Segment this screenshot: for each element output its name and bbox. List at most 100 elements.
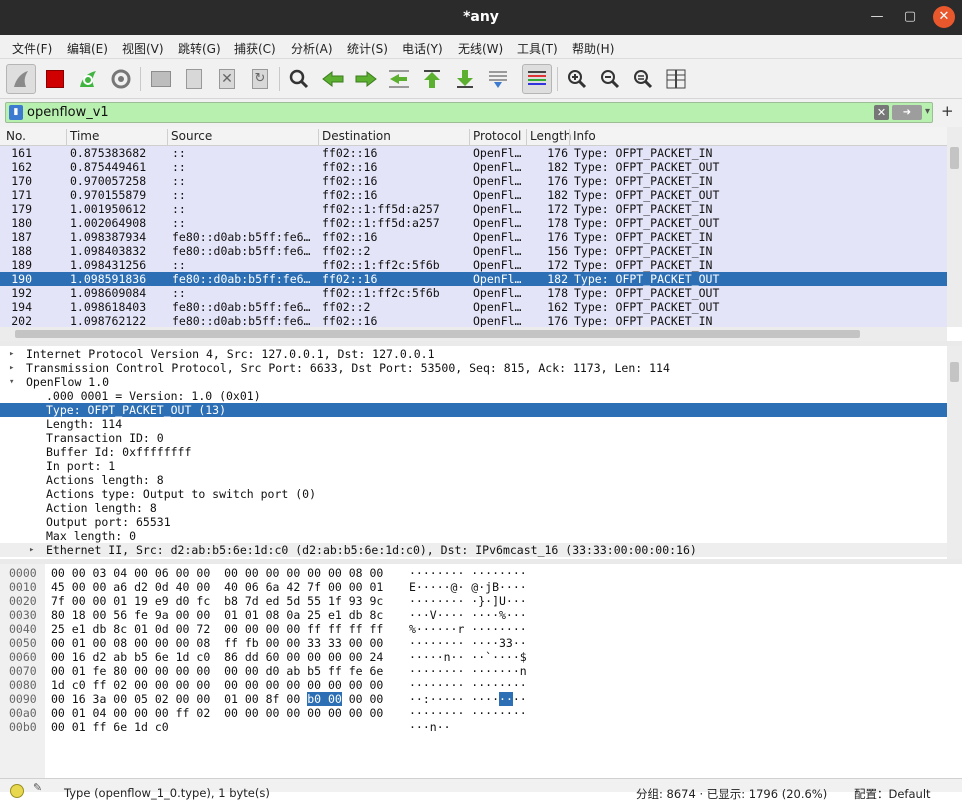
detail-row[interactable]: ▸ Transmission Control Protocol, Src Port…	[0, 361, 947, 375]
hex-row[interactable]: 0020 7f 00 00 01 19 e9 d0 fc b8 7d ed 5d …	[0, 594, 962, 608]
go-back-icon[interactable]	[318, 64, 348, 94]
column-length[interactable]: Length	[526, 129, 571, 145]
expert-info-icon[interactable]	[10, 784, 24, 798]
expand-arrow-icon[interactable]: ▸	[9, 347, 14, 361]
packet-row[interactable]: 179 1.001950612:: ff02::1:ff5d:a257 OpenFl……	[0, 202, 947, 216]
column-destination[interactable]: Destination	[318, 129, 391, 145]
detail-row[interactable]: Buffer Id: 0xffffffff	[0, 445, 947, 459]
detail-row[interactable]: Actions type: Output to switch port (0)	[0, 487, 947, 501]
colorize-icon[interactable]	[522, 64, 552, 94]
packet-row[interactable]: 170 0.970057258:: ff02::16 OpenFl… 176 Type: …	[0, 174, 947, 188]
packet-list[interactable]: 161 0.875383682:: ff02::16 OpenFl… 176 Type: …	[0, 146, 947, 327]
scroll-thumb[interactable]	[15, 330, 860, 338]
menu-view[interactable]: 视图(V)	[122, 40, 164, 57]
open-file-icon[interactable]	[146, 64, 176, 94]
detail-row[interactable]: ▸ Ethernet II, Src: d2:ab:b5:6e:1d:c0 (d2…	[0, 543, 947, 557]
expand-arrow-icon[interactable]: ▸	[29, 543, 34, 557]
restart-capture-icon[interactable]	[73, 64, 103, 94]
autoscroll-icon[interactable]	[483, 64, 513, 94]
display-filter-value[interactable]: openflow_v1	[27, 105, 109, 120]
status-profile[interactable]: 配置：Default	[854, 786, 931, 802]
go-forward-icon[interactable]	[351, 64, 381, 94]
column-info[interactable]: Info	[569, 129, 596, 145]
hex-row[interactable]: 0030 80 18 00 56 fe 9a 00 00 01 01 08 0a …	[0, 608, 962, 622]
menu-help[interactable]: 帮助(H)	[572, 40, 614, 57]
hex-row[interactable]: 00a0 00 01 04 00 00 00 ff 02 00 00 00 00 …	[0, 706, 962, 720]
hex-row[interactable]: 00b0 00 01 ff 6e 1d c0 ···n··	[0, 720, 962, 734]
filter-bookmark-icon[interactable]: ▮	[9, 105, 23, 120]
menu-tools[interactable]: 工具(T)	[517, 40, 558, 57]
scroll-thumb[interactable]	[950, 362, 959, 382]
resize-columns-icon[interactable]	[661, 64, 691, 94]
clear-filter-icon[interactable]: ✕	[874, 105, 889, 120]
column-time[interactable]: Time	[66, 129, 99, 145]
menu-telephony[interactable]: 电话(Y)	[402, 40, 443, 57]
packet-row[interactable]: 162 0.875449461:: ff02::16 OpenFl… 182 Type: …	[0, 160, 947, 174]
shark-fin-start-icon[interactable]	[6, 64, 36, 94]
first-packet-icon[interactable]	[417, 64, 447, 94]
minimize-icon[interactable]: —	[866, 6, 888, 28]
detail-row[interactable]: Output port: 65531	[0, 515, 947, 529]
detail-row[interactable]: Length: 114	[0, 417, 947, 431]
close-icon[interactable]: ✕	[933, 6, 955, 28]
menu-capture[interactable]: 捕获(C)	[234, 40, 276, 57]
menu-statistics[interactable]: 统计(S)	[347, 40, 388, 57]
maximize-icon[interactable]: ▢	[899, 6, 921, 28]
reload-file-icon[interactable]: ↻	[245, 64, 275, 94]
packet-row[interactable]: 189 1.098431256:: ff02::1:ff2c:5f6b OpenFl……	[0, 258, 947, 272]
expand-arrow-icon[interactable]: ▸	[9, 361, 14, 375]
apply-filter-icon[interactable]: ➜	[892, 105, 922, 120]
hex-row[interactable]: 0050 00 01 00 08 00 00 00 08 ff fb 00 00 …	[0, 636, 962, 650]
last-packet-icon[interactable]	[450, 64, 480, 94]
zoom-normal-icon[interactable]	[628, 64, 658, 94]
go-to-packet-icon[interactable]	[384, 64, 414, 94]
capture-options-icon[interactable]	[106, 64, 136, 94]
details-vscroll[interactable]	[947, 346, 962, 559]
close-file-icon[interactable]: ✕	[212, 64, 242, 94]
packet-row[interactable]: 187 1.098387934 fe80::d0ab:b5ff:fe6… ff02::…	[0, 230, 947, 244]
detail-row[interactable]: Type: OFPT_PACKET_OUT (13)	[0, 403, 947, 417]
packet-details-tree[interactable]: ▸ Internet Protocol Version 4, Src: 127.0…	[0, 346, 947, 559]
packet-row[interactable]: 188 1.098403832 fe80::d0ab:b5ff:fe6… ff02::…	[0, 244, 947, 258]
detail-row[interactable]: Transaction ID: 0	[0, 431, 947, 445]
detail-row[interactable]: In port: 1	[0, 459, 947, 473]
column-no[interactable]: No.	[0, 129, 26, 145]
detail-row[interactable]: Action length: 8	[0, 501, 947, 515]
menu-go[interactable]: 跳转(G)	[178, 40, 221, 57]
detail-row[interactable]: ▸ Internet Protocol Version 4, Src: 127.0…	[0, 347, 947, 361]
packet-row[interactable]: 171 0.970155879:: ff02::16 OpenFl… 182 Type: …	[0, 188, 947, 202]
packet-row[interactable]: 202 1.098762122 fe80::d0ab:b5ff:fe6… ff02::…	[0, 314, 947, 327]
stop-capture-icon[interactable]	[40, 64, 70, 94]
menu-analyze[interactable]: 分析(A)	[291, 40, 333, 57]
packet-list-hscroll[interactable]	[0, 327, 947, 341]
hex-row[interactable]: 0080 1d c0 ff 02 00 00 00 00 00 00 00 00 …	[0, 678, 962, 692]
hex-row[interactable]: 0040 25 e1 db 8c 01 0d 00 72 00 00 00 00 …	[0, 622, 962, 636]
packet-row[interactable]: 180 1.002064908:: ff02::1:ff5d:a257 OpenFl……	[0, 216, 947, 230]
scroll-thumb[interactable]	[950, 147, 959, 169]
filter-dropdown-icon[interactable]: ▾	[925, 106, 930, 117]
packet-row[interactable]: 190 1.098591836 fe80::d0ab:b5ff:fe6… ff02::…	[0, 272, 947, 286]
detail-row[interactable]: .000 0001 = Version: 1.0 (0x01)	[0, 389, 947, 403]
packet-row[interactable]: 192 1.098609084:: ff02::1:ff2c:5f6b OpenFl……	[0, 286, 947, 300]
detail-row[interactable]: ▾ OpenFlow 1.0	[0, 375, 947, 389]
menu-file[interactable]: 文件(F)	[12, 40, 52, 57]
zoom-out-icon[interactable]	[595, 64, 625, 94]
collapse-arrow-icon[interactable]: ▾	[9, 375, 14, 389]
hex-row[interactable]: 0010 45 00 00 a6 d2 0d 40 00 40 06 6a 42 …	[0, 580, 962, 594]
display-filter-input[interactable]: ▮ openflow_v1 ✕ ➜ ▾	[5, 102, 933, 123]
detail-row[interactable]: Max length: 0	[0, 529, 947, 543]
save-file-icon[interactable]	[179, 64, 209, 94]
menu-edit[interactable]: 编辑(E)	[67, 40, 108, 57]
packet-bytes-pane[interactable]: 0000 00 00 03 04 00 06 00 00 00 00 00 00 …	[0, 564, 962, 778]
find-packet-icon[interactable]	[284, 64, 314, 94]
add-filter-button-icon[interactable]: +	[941, 102, 954, 120]
packet-row[interactable]: 161 0.875383682:: ff02::16 OpenFl… 176 Type: …	[0, 146, 947, 160]
capture-comment-icon[interactable]: ✎	[33, 781, 42, 794]
packet-row[interactable]: 194 1.098618403 fe80::d0ab:b5ff:fe6… ff02::…	[0, 300, 947, 314]
column-source[interactable]: Source	[167, 129, 212, 145]
menu-wireless[interactable]: 无线(W)	[458, 40, 503, 57]
hex-row[interactable]: 0060 00 16 d2 ab b5 6e 1d c0 86 dd 60 00 …	[0, 650, 962, 664]
hex-row[interactable]: 0070 00 01 fe 80 00 00 00 00 00 00 d0 ab …	[0, 664, 962, 678]
hex-row[interactable]: 0090 00 16 3a 00 05 02 00 00 01 00 8f 00 …	[0, 692, 962, 706]
packet-list-vscroll[interactable]	[947, 127, 962, 327]
